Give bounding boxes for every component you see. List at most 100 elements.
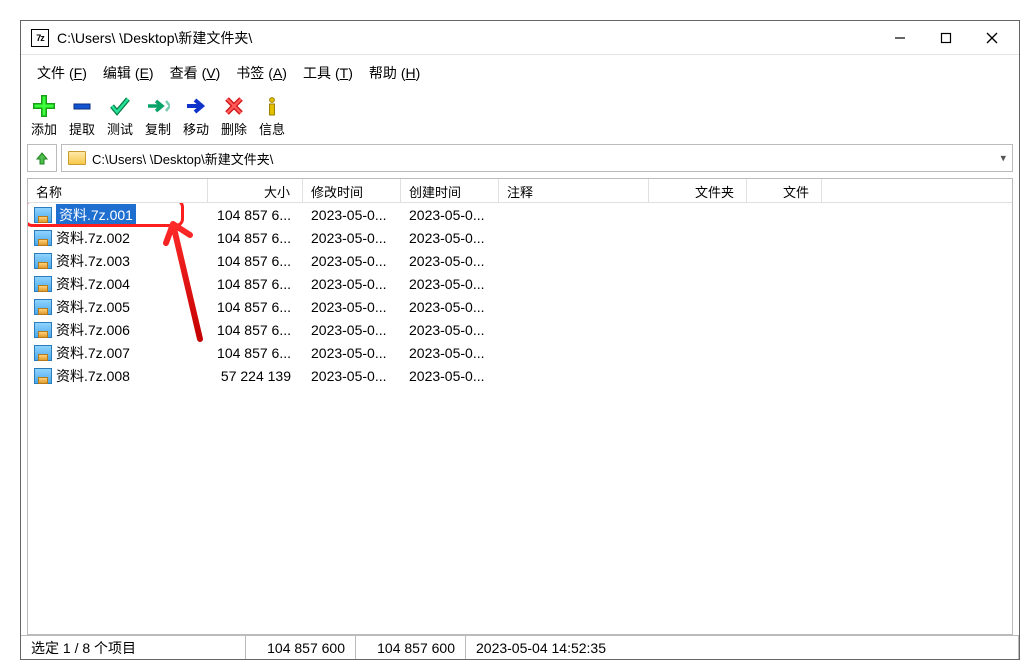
file-name: 资料.7z.007 xyxy=(56,343,130,363)
delete-x-icon xyxy=(222,95,246,117)
maximize-button[interactable] xyxy=(923,24,969,52)
menu-file[interactable]: 文件(F) xyxy=(29,61,91,85)
titlebar: 7z C:\Users\ \Desktop\新建文件夹\ xyxy=(21,21,1019,55)
address-bar[interactable]: C:\Users\ \Desktop\新建文件夹\ ▾ xyxy=(61,144,1013,172)
file-list: 名称 大小 修改时间 创建时间 注释 文件夹 文件 资料.7z.001 104 8… xyxy=(27,178,1013,635)
file-created: 2023-05-0... xyxy=(401,207,499,223)
file-name: 资料.7z.001 xyxy=(56,204,136,226)
file-size: 104 857 6... xyxy=(208,299,303,315)
file-row[interactable]: 资料.7z.00857 224 1392023-05-0...2023-05-0… xyxy=(28,364,1012,387)
file-modified: 2023-05-0... xyxy=(303,230,401,246)
col-modified[interactable]: 修改时间 xyxy=(303,179,401,202)
file-modified: 2023-05-0... xyxy=(303,207,401,223)
archive-part-icon xyxy=(34,368,52,384)
app-icon: 7z xyxy=(31,29,49,47)
file-created: 2023-05-0... xyxy=(401,253,499,269)
test-button[interactable]: 测试 xyxy=(103,93,137,138)
statusbar: 选定 1 / 8 个项目 104 857 600 104 857 600 202… xyxy=(21,635,1019,659)
column-headers: 名称 大小 修改时间 创建时间 注释 文件夹 文件 xyxy=(28,179,1012,203)
archive-part-icon xyxy=(34,276,52,292)
info-button[interactable]: 信息 xyxy=(255,93,289,138)
menu-bookmark[interactable]: 书签(A) xyxy=(228,61,291,85)
file-size: 104 857 6... xyxy=(208,276,303,292)
file-modified: 2023-05-0... xyxy=(303,253,401,269)
info-icon xyxy=(260,95,284,117)
status-datetime: 2023-05-04 14:52:35 xyxy=(466,636,1019,659)
add-button[interactable]: 添加 xyxy=(27,93,61,138)
file-created: 2023-05-0... xyxy=(401,299,499,315)
menu-edit[interactable]: 编辑(E) xyxy=(95,61,158,85)
archive-part-icon xyxy=(34,299,52,315)
status-size-1: 104 857 600 xyxy=(246,636,356,659)
file-modified: 2023-05-0... xyxy=(303,368,401,384)
chevron-down-icon[interactable]: ▾ xyxy=(1000,152,1006,165)
file-size: 104 857 6... xyxy=(208,345,303,361)
menu-tools[interactable]: 工具(T) xyxy=(295,61,357,85)
copy-button[interactable]: 复制 xyxy=(141,93,175,138)
close-button[interactable] xyxy=(969,24,1015,52)
minus-icon xyxy=(70,95,94,117)
menu-view[interactable]: 查看(V) xyxy=(162,61,225,85)
copy-arrow-icon xyxy=(146,95,170,117)
file-size: 57 224 139 xyxy=(208,368,303,384)
col-folders[interactable]: 文件夹 xyxy=(649,179,747,202)
file-created: 2023-05-0... xyxy=(401,230,499,246)
file-created: 2023-05-0... xyxy=(401,345,499,361)
up-button[interactable] xyxy=(27,144,57,172)
file-name: 资料.7z.002 xyxy=(56,228,130,248)
delete-button[interactable]: 删除 xyxy=(217,93,251,138)
status-selection: 选定 1 / 8 个项目 xyxy=(21,636,246,659)
window-title: C:\Users\ \Desktop\新建文件夹\ xyxy=(57,28,877,48)
file-row[interactable]: 资料.7z.005104 857 6...2023-05-0...2023-05… xyxy=(28,295,1012,318)
move-button[interactable]: 移动 xyxy=(179,93,213,138)
col-created[interactable]: 创建时间 xyxy=(401,179,499,202)
file-name: 资料.7z.006 xyxy=(56,320,130,340)
file-created: 2023-05-0... xyxy=(401,368,499,384)
app-window: 7z C:\Users\ \Desktop\新建文件夹\ 文件(F) 编辑(E)… xyxy=(20,20,1020,660)
archive-part-icon xyxy=(34,345,52,361)
file-name: 资料.7z.004 xyxy=(56,274,130,294)
folder-icon xyxy=(68,151,86,165)
file-row[interactable]: 资料.7z.007104 857 6...2023-05-0...2023-05… xyxy=(28,341,1012,364)
file-modified: 2023-05-0... xyxy=(303,345,401,361)
extract-button[interactable]: 提取 xyxy=(65,93,99,138)
file-size: 104 857 6... xyxy=(208,253,303,269)
file-size: 104 857 6... xyxy=(208,322,303,338)
file-size: 104 857 6... xyxy=(208,230,303,246)
archive-part-icon xyxy=(34,230,52,246)
file-row[interactable]: 资料.7z.001104 857 6...2023-05-0...2023-05… xyxy=(28,203,1012,226)
col-files[interactable]: 文件 xyxy=(747,179,822,202)
col-comment[interactable]: 注释 xyxy=(499,179,649,202)
file-row[interactable]: 资料.7z.006104 857 6...2023-05-0...2023-05… xyxy=(28,318,1012,341)
navbar: C:\Users\ \Desktop\新建文件夹\ ▾ xyxy=(27,144,1013,172)
status-size-2: 104 857 600 xyxy=(356,636,466,659)
window-controls xyxy=(877,24,1015,52)
menubar: 文件(F) 编辑(E) 查看(V) 书签(A) 工具(T) 帮助(H) xyxy=(21,55,1019,91)
archive-part-icon xyxy=(34,322,52,338)
minimize-button[interactable] xyxy=(877,24,923,52)
file-modified: 2023-05-0... xyxy=(303,322,401,338)
archive-part-icon xyxy=(34,253,52,269)
col-name[interactable]: 名称 xyxy=(28,179,208,202)
col-size[interactable]: 大小 xyxy=(208,179,303,202)
archive-part-icon xyxy=(34,207,52,223)
file-created: 2023-05-0... xyxy=(401,322,499,338)
file-created: 2023-05-0... xyxy=(401,276,499,292)
file-size: 104 857 6... xyxy=(208,207,303,223)
file-modified: 2023-05-0... xyxy=(303,299,401,315)
file-name: 资料.7z.008 xyxy=(56,366,130,386)
file-name: 资料.7z.005 xyxy=(56,297,130,317)
file-modified: 2023-05-0... xyxy=(303,276,401,292)
file-name: 资料.7z.003 xyxy=(56,251,130,271)
file-rows: 资料.7z.001104 857 6...2023-05-0...2023-05… xyxy=(28,203,1012,634)
file-row[interactable]: 资料.7z.004104 857 6...2023-05-0...2023-05… xyxy=(28,272,1012,295)
plus-icon xyxy=(32,95,56,117)
toolbar: 添加 提取 测试 复制 移动 xyxy=(21,91,1019,138)
file-row[interactable]: 资料.7z.003104 857 6...2023-05-0...2023-05… xyxy=(28,249,1012,272)
move-arrow-icon xyxy=(184,95,208,117)
file-row[interactable]: 资料.7z.002104 857 6...2023-05-0...2023-05… xyxy=(28,226,1012,249)
address-path: C:\Users\ \Desktop\新建文件夹\ xyxy=(92,149,273,168)
check-icon xyxy=(108,95,132,117)
up-arrow-icon xyxy=(34,150,50,166)
menu-help[interactable]: 帮助(H) xyxy=(361,61,424,85)
